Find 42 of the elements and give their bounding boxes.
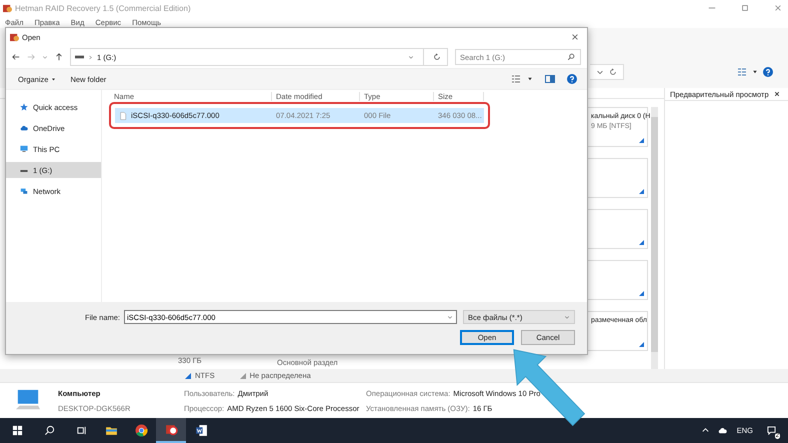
chevron-down-icon[interactable] [596, 68, 604, 76]
cloud-icon[interactable] [718, 426, 727, 435]
browser-icon [134, 424, 148, 437]
window-title: Hetman RAID Recovery 1.5 (Commercial Edition) [15, 4, 191, 12]
file-icon [119, 112, 127, 120]
scrollbar[interactable] [651, 107, 658, 369]
document-icon [194, 424, 208, 437]
corner-mark-icon [639, 291, 644, 296]
caret-icon[interactable] [527, 76, 533, 82]
chevron-down-icon [564, 314, 570, 320]
back-arrow-icon[interactable] [12, 53, 20, 61]
view-options-icon[interactable] [511, 74, 521, 84]
caret-icon[interactable] [752, 69, 758, 75]
star-icon [20, 103, 28, 111]
maximize-icon[interactable] [741, 4, 749, 12]
chevron-down-icon[interactable] [447, 314, 454, 320]
preview-pane-icon[interactable] [545, 74, 555, 84]
corner-mark-icon [639, 342, 644, 347]
monitor-icon [20, 145, 28, 153]
taskbar-app[interactable] [156, 418, 186, 443]
message-icon [767, 426, 776, 435]
up-arrow-icon[interactable] [55, 53, 63, 61]
close-icon[interactable] [571, 33, 579, 41]
view-options-icon[interactable] [737, 67, 747, 77]
corner-mark-icon [639, 240, 644, 245]
chevron-right-icon [88, 54, 93, 60]
app-logo-icon [10, 32, 19, 42]
network-icon [20, 187, 28, 195]
chevron-down-icon[interactable] [408, 54, 414, 60]
search-icon [567, 53, 575, 61]
refresh-icon[interactable] [609, 68, 617, 76]
caret-icon [51, 76, 56, 82]
help-icon[interactable] [763, 67, 773, 77]
drive-icon [75, 55, 84, 59]
corner-mark-icon [639, 189, 644, 194]
refresh-icon[interactable] [433, 53, 441, 61]
cloud-icon [20, 124, 28, 132]
computer-icon [14, 388, 42, 412]
help-icon[interactable] [567, 74, 577, 84]
close-icon[interactable] [774, 91, 780, 97]
app-logo-icon [3, 4, 12, 12]
corner-mark-icon [639, 138, 644, 143]
